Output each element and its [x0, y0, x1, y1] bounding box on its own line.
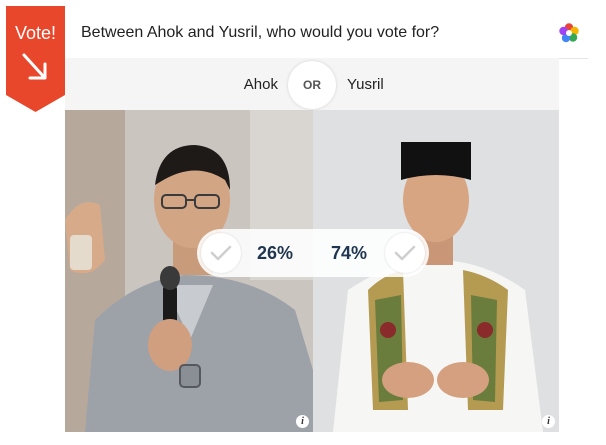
arrow-down-right-icon	[22, 53, 47, 80]
check-icon	[201, 233, 241, 273]
options-bar: Ahok OR Yusril	[65, 58, 559, 110]
vote-option-left[interactable]: 26%	[197, 229, 313, 277]
poll-header: Between Ahok and Yusril, who would you v…	[65, 8, 588, 59]
vote-ribbon: Vote!	[6, 6, 65, 112]
check-icon	[385, 233, 425, 273]
option-left-label[interactable]: Ahok	[244, 76, 278, 93]
info-icon-right[interactable]: i	[542, 415, 555, 428]
poll-widget: Vote! Between Ahok and Yusril, who would…	[0, 0, 606, 445]
vote-option-right[interactable]: 74%	[313, 229, 429, 277]
option-right-label[interactable]: Yusril	[347, 76, 384, 93]
left-percent: 26%	[256, 243, 293, 263]
vote-label: Vote!	[14, 23, 57, 43]
colorful-flower-logo[interactable]	[558, 22, 580, 44]
or-separator: OR	[288, 61, 336, 109]
right-percent: 74%	[331, 243, 368, 263]
poll-question: Between Ahok and Yusril, who would you v…	[81, 24, 440, 41]
info-icon-left[interactable]: i	[296, 415, 309, 428]
